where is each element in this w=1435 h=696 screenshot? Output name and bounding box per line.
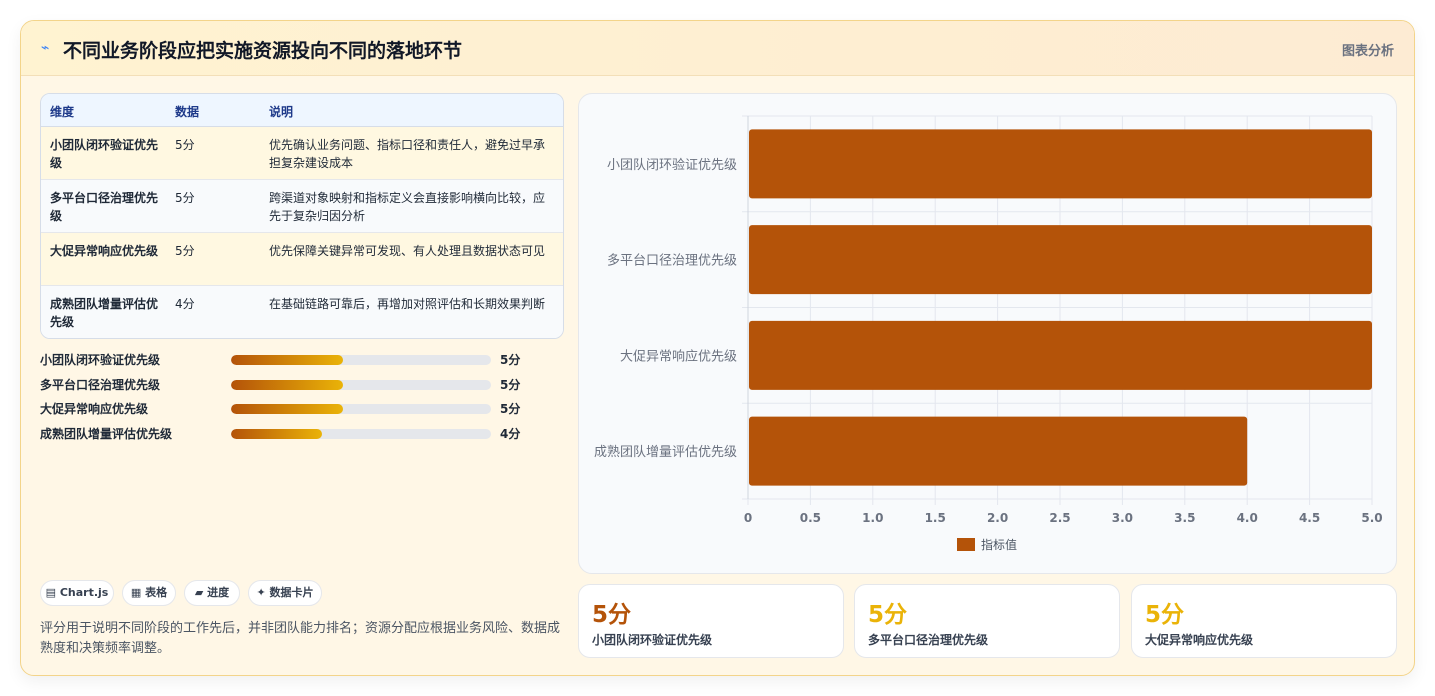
x-tick-label: 2.5 bbox=[1049, 511, 1070, 525]
progress-row: 小团队闭环验证优先级 5分 bbox=[40, 351, 560, 369]
y-category-label: 小团队闭环验证优先级 bbox=[607, 157, 737, 173]
row-data: 5分 bbox=[175, 191, 195, 205]
bar bbox=[749, 225, 1372, 295]
y-category-label: 成熟团队增量评估优先级 bbox=[594, 444, 737, 460]
progress-track bbox=[231, 404, 491, 414]
chip-chartjs[interactable]: ▤ Chart.js bbox=[40, 580, 114, 606]
kpi-card: 5分 多平台口径治理优先级 bbox=[854, 584, 1120, 658]
bar bbox=[749, 416, 1248, 486]
table-row: 小团队闭环验证优先级 5分 优先确认业务问题、指标口径和责任人，避免过早承担复杂… bbox=[41, 127, 563, 180]
bar-chart: 0 0.5 1.0 1.5 2.0 2.5 3.0 3.5 4.0 4.5 5.0 小团队闭环验证优先… bbox=[594, 115, 1383, 552]
progress-label: 多平台口径治理优先级 bbox=[40, 378, 161, 392]
y-category-label: 大促异常响应优先级 bbox=[620, 348, 737, 364]
table-row: 大促异常响应优先级 5分 优先保障关键异常可发现、有人处理且数据状态可见 bbox=[41, 233, 563, 286]
footnote: 评分用于说明不同阶段的工作先后，并非团队能力排名；资源分配应根据业务风险、数据成… bbox=[40, 621, 561, 656]
row-dimension: 大促异常响应优先级 bbox=[50, 244, 159, 258]
chip-table[interactable]: ▦ 表格 bbox=[122, 580, 176, 606]
x-tick-label: 4.5 bbox=[1299, 511, 1320, 525]
bar bbox=[749, 320, 1372, 390]
chart-analysis-tag: 图表分析 bbox=[1341, 44, 1394, 59]
column-header-dimension: 维度 bbox=[50, 105, 75, 119]
kpi-value: 5分 bbox=[592, 602, 632, 628]
progress-label: 成熟团队增量评估优先级 bbox=[40, 427, 173, 441]
row-dimension: 小团队闭环验证优先级 bbox=[50, 138, 159, 170]
progress-value: 5分 bbox=[500, 378, 521, 392]
column-header-data: 数据 bbox=[175, 105, 200, 119]
card-header: ⌁ 不同业务阶段应把实施资源投向不同的落地环节 图表分析 bbox=[21, 21, 1414, 76]
x-tick-label: 2.0 bbox=[987, 511, 1008, 525]
row-data: 5分 bbox=[175, 244, 195, 258]
row-description: 在基础链路可靠后，再增加对照评估和长期效果判断 bbox=[269, 297, 546, 311]
progress-track bbox=[231, 380, 491, 390]
progress-fill bbox=[231, 355, 343, 365]
progress-row: 成熟团队增量评估优先级 4分 bbox=[40, 425, 560, 443]
x-tick-label: 1.5 bbox=[925, 511, 946, 525]
chip-data-card[interactable]: ✦ 数据卡片 bbox=[248, 580, 322, 606]
progress-value: 5分 bbox=[500, 353, 521, 367]
progress-label: 小团队闭环验证优先级 bbox=[40, 353, 161, 367]
kpi-value: 5分 bbox=[868, 602, 908, 628]
x-tick-label: 3.0 bbox=[1112, 511, 1133, 525]
legend-label: 指标值 bbox=[981, 537, 1017, 552]
table-row: 成熟团队增量评估优先级 4分 在基础链路可靠后，再增加对照评估和长期效果判断 bbox=[41, 286, 563, 338]
legend-swatch bbox=[957, 538, 975, 551]
progress-row: 大促异常响应优先级 5分 bbox=[40, 400, 560, 418]
kpi-value: 5分 bbox=[1145, 602, 1185, 628]
progress-fill bbox=[231, 380, 343, 390]
table-row: 多平台口径治理优先级 5分 跨渠道对象映射和指标定义会直接影响横向比较，应先于复… bbox=[41, 180, 563, 233]
kpi-label: 小团队闭环验证优先级 bbox=[592, 633, 713, 647]
kpi-card: 5分 大促异常响应优先级 bbox=[1131, 584, 1397, 658]
x-tick-label: 1.0 bbox=[862, 511, 883, 525]
bar-chart-panel: 0 0.5 1.0 1.5 2.0 2.5 3.0 3.5 4.0 4.5 5.0 小团队闭环验证优先… bbox=[578, 93, 1397, 574]
kpi-label: 多平台口径治理优先级 bbox=[868, 633, 989, 647]
column-header-description: 说明 bbox=[269, 105, 294, 119]
row-dimension: 成熟团队增量评估优先级 bbox=[50, 297, 159, 329]
table-header: 维度 数据 说明 bbox=[41, 94, 563, 127]
main-card: ⌁ 不同业务阶段应把实施资源投向不同的落地环节 图表分析 维度 数据 说明 小团… bbox=[20, 20, 1415, 676]
row-data: 4分 bbox=[175, 297, 195, 311]
x-tick-label: 3.5 bbox=[1174, 511, 1195, 525]
data-table: 维度 数据 说明 小团队闭环验证优先级 5分 优先确认业务问题、指标口径和责任人… bbox=[40, 93, 564, 339]
progress-value: 4分 bbox=[500, 427, 521, 441]
row-description: 跨渠道对象映射和指标定义会直接影响横向比较，应先于复杂归因分析 bbox=[269, 191, 546, 223]
kpi-card: 5分 小团队闭环验证优先级 bbox=[578, 584, 844, 658]
chip-progress[interactable]: ▰ 进度 bbox=[184, 580, 240, 606]
progress-value: 5分 bbox=[500, 402, 521, 416]
progress-track bbox=[231, 429, 491, 439]
row-dimension: 多平台口径治理优先级 bbox=[50, 191, 159, 223]
page-title: 不同业务阶段应把实施资源投向不同的落地环节 bbox=[63, 40, 463, 62]
x-tick-label: 4.0 bbox=[1237, 511, 1258, 525]
x-tick-label: 0 bbox=[744, 511, 752, 525]
row-description: 优先确认业务问题、指标口径和责任人，避免过早承担复杂建设成本 bbox=[269, 138, 546, 170]
row-data: 5分 bbox=[175, 138, 195, 152]
progress-fill bbox=[231, 429, 322, 439]
progress-row: 多平台口径治理优先级 5分 bbox=[40, 376, 560, 394]
chart-line-icon: ⌁ bbox=[41, 40, 50, 56]
bar bbox=[749, 129, 1372, 199]
x-tick-label: 5.0 bbox=[1361, 511, 1382, 525]
progress-label: 大促异常响应优先级 bbox=[40, 402, 149, 416]
progress-track bbox=[231, 355, 491, 365]
kpi-label: 大促异常响应优先级 bbox=[1145, 633, 1254, 647]
y-category-label: 多平台口径治理优先级 bbox=[607, 253, 737, 269]
progress-fill bbox=[231, 404, 343, 414]
row-description: 优先保障关键异常可发现、有人处理且数据状态可见 bbox=[269, 244, 546, 258]
x-tick-label: 0.5 bbox=[800, 511, 821, 525]
